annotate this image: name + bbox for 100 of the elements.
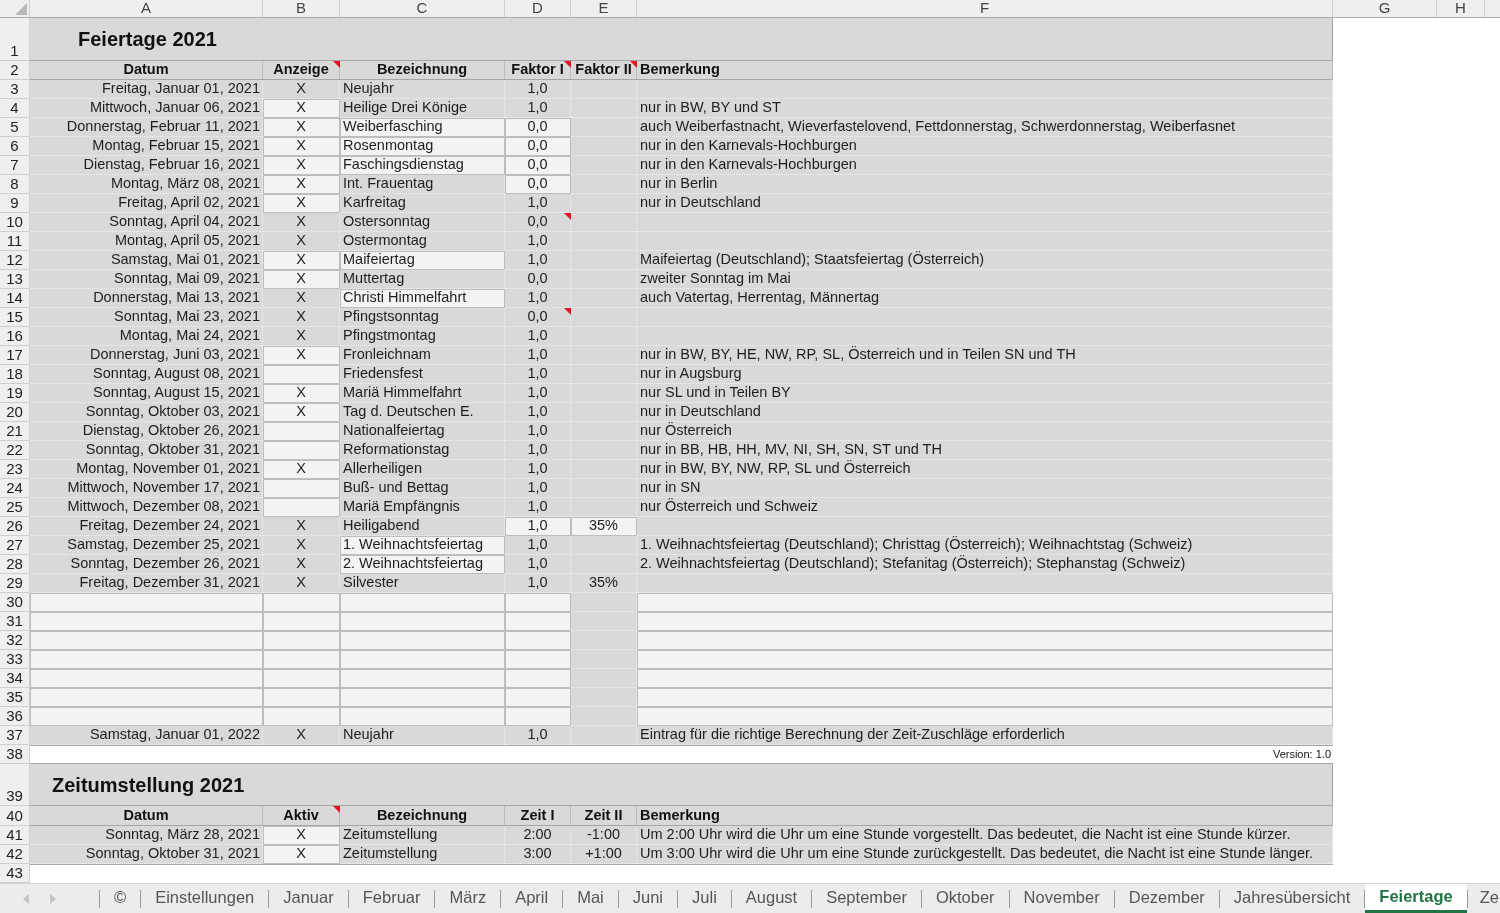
sheet-tab[interactable]: Dezember xyxy=(1114,884,1219,913)
date-cell: Samstag, Mai 01, 2021 xyxy=(30,251,263,270)
row-header[interactable]: 9 xyxy=(0,194,30,213)
factor-cell[interactable]: 0,0 xyxy=(505,118,571,137)
row-header[interactable]: 29 xyxy=(0,574,30,593)
display-flag-cell[interactable]: X xyxy=(263,460,340,479)
row-header[interactable]: 4 xyxy=(0,99,30,118)
row-header[interactable]: 20 xyxy=(0,403,30,422)
sheet-tab[interactable]: April xyxy=(501,884,563,913)
row-header[interactable]: 6 xyxy=(0,137,30,156)
row-header[interactable]: 13 xyxy=(0,270,30,289)
sheet-tab[interactable]: Jahresübersicht xyxy=(1219,884,1365,913)
holiday-name-cell[interactable]: Faschingsdienstag xyxy=(340,156,505,175)
caret-right-icon[interactable] xyxy=(50,893,56,904)
row-header[interactable]: 7 xyxy=(0,156,30,175)
holiday-name-cell[interactable]: Weiberfasching xyxy=(340,118,505,137)
row-header[interactable]: 19 xyxy=(0,384,30,403)
row-header[interactable]: 17 xyxy=(0,346,30,365)
row-header[interactable]: 28 xyxy=(0,555,30,574)
sheet-tab[interactable]: März xyxy=(435,884,501,913)
display-flag-cell[interactable]: X xyxy=(263,118,340,137)
sheet-tab[interactable]: August xyxy=(731,884,812,913)
holiday-name-cell[interactable]: 1. Weihnachtsfeiertag xyxy=(340,536,505,555)
row-header[interactable]: 18 xyxy=(0,365,30,384)
date-cell: Sonntag, Mai 09, 2021 xyxy=(30,270,263,289)
row-header[interactable]: 5 xyxy=(0,118,30,137)
row-header[interactable]: 12 xyxy=(0,251,30,270)
row-header[interactable]: 39 xyxy=(0,764,30,806)
row-header[interactable]: 14 xyxy=(0,289,30,308)
sheet-tab[interactable]: Einstellungen xyxy=(141,884,269,913)
sheet-tab[interactable]: September xyxy=(812,884,921,913)
row-header[interactable]: 31 xyxy=(0,612,30,631)
row-header[interactable]: 42 xyxy=(0,845,30,864)
holiday-name-cell[interactable]: Christi Himmelfahrt xyxy=(340,289,505,308)
row-header[interactable]: 35 xyxy=(0,688,30,707)
row-header[interactable]: 22 xyxy=(0,441,30,460)
row-header[interactable]: 10 xyxy=(0,213,30,232)
column-header[interactable]: H xyxy=(1437,0,1485,17)
column-header[interactable]: E xyxy=(571,0,637,17)
display-flag-cell[interactable]: X xyxy=(263,270,340,289)
column-header[interactable]: D xyxy=(505,0,571,17)
row-header[interactable]: 32 xyxy=(0,631,30,650)
holiday-name-cell[interactable]: Maifeiertag xyxy=(340,251,505,270)
row-header[interactable]: 27 xyxy=(0,536,30,555)
row-header[interactable]: 36 xyxy=(0,707,30,726)
active-flag-cell[interactable]: X xyxy=(263,826,340,845)
row-header[interactable]: 2 xyxy=(0,61,30,80)
display-flag-cell[interactable]: X xyxy=(263,384,340,403)
row-header[interactable]: 37 xyxy=(0,726,30,745)
row-header[interactable]: 26 xyxy=(0,517,30,536)
active-flag-cell[interactable]: X xyxy=(263,845,340,864)
display-flag-cell[interactable]: X xyxy=(263,175,340,194)
row-header[interactable]: 41 xyxy=(0,826,30,845)
row-header[interactable]: 25 xyxy=(0,498,30,517)
sheet-tab[interactable]: Oktober xyxy=(921,884,1009,913)
row-header[interactable]: 38 xyxy=(0,745,30,764)
factor-cell[interactable]: 0,0 xyxy=(505,137,571,156)
caret-left-icon[interactable] xyxy=(23,893,29,904)
sheet-tab[interactable]: © xyxy=(100,884,141,913)
display-flag-cell[interactable]: X xyxy=(263,137,340,156)
column-header[interactable]: G xyxy=(1333,0,1437,17)
sheet-tab[interactable]: Januar xyxy=(269,884,348,913)
display-flag-cell[interactable]: X xyxy=(263,194,340,213)
row-header[interactable]: 30 xyxy=(0,593,30,612)
display-flag-cell[interactable]: X xyxy=(263,346,340,365)
sheet-tab[interactable]: Februar xyxy=(348,884,435,913)
display-flag-cell[interactable]: X xyxy=(263,99,340,118)
display-flag-cell[interactable]: X xyxy=(263,403,340,422)
surcharge-cell[interactable]: 35% xyxy=(571,517,637,536)
select-all-icon[interactable] xyxy=(15,3,27,15)
row-header[interactable]: 8 xyxy=(0,175,30,194)
row-header[interactable]: 21 xyxy=(0,422,30,441)
sheet-tab[interactable]: Juni xyxy=(618,884,678,913)
holiday-name-cell[interactable]: Rosenmontag xyxy=(340,137,505,156)
row-header[interactable]: 34 xyxy=(0,669,30,688)
row-header[interactable]: 16 xyxy=(0,327,30,346)
factor-cell[interactable]: 0,0 xyxy=(505,156,571,175)
factor-cell[interactable]: 0,0 xyxy=(505,175,571,194)
row-header[interactable]: 3 xyxy=(0,80,30,99)
row-header[interactable]: 1 xyxy=(0,18,30,61)
display-flag-cell[interactable]: X xyxy=(263,251,340,270)
sheet-tab[interactable]: Juli xyxy=(678,884,731,913)
sheet-tab[interactable]: Ze xyxy=(1467,884,1499,913)
column-header[interactable]: C xyxy=(340,0,505,17)
column-header[interactable]: F xyxy=(637,0,1333,17)
column-header[interactable]: A xyxy=(30,0,263,17)
sheet-tab[interactable]: Mai xyxy=(563,884,618,913)
column-header[interactable]: B xyxy=(263,0,340,17)
sheet-tab[interactable]: November xyxy=(1009,884,1114,913)
row-header[interactable]: 11 xyxy=(0,232,30,251)
factor-cell[interactable]: 1,0 xyxy=(505,517,571,536)
row-header[interactable]: 23 xyxy=(0,460,30,479)
row-header[interactable]: 43 xyxy=(0,864,30,883)
row-header[interactable]: 33 xyxy=(0,650,30,669)
row-header[interactable]: 40 xyxy=(0,806,30,826)
display-flag-cell[interactable]: X xyxy=(263,156,340,175)
sheet-tab[interactable]: Feiertage xyxy=(1365,884,1467,913)
holiday-name-cell[interactable]: 2. Weihnachtsfeiertag xyxy=(340,555,505,574)
row-header[interactable]: 15 xyxy=(0,308,30,327)
row-header[interactable]: 24 xyxy=(0,479,30,498)
